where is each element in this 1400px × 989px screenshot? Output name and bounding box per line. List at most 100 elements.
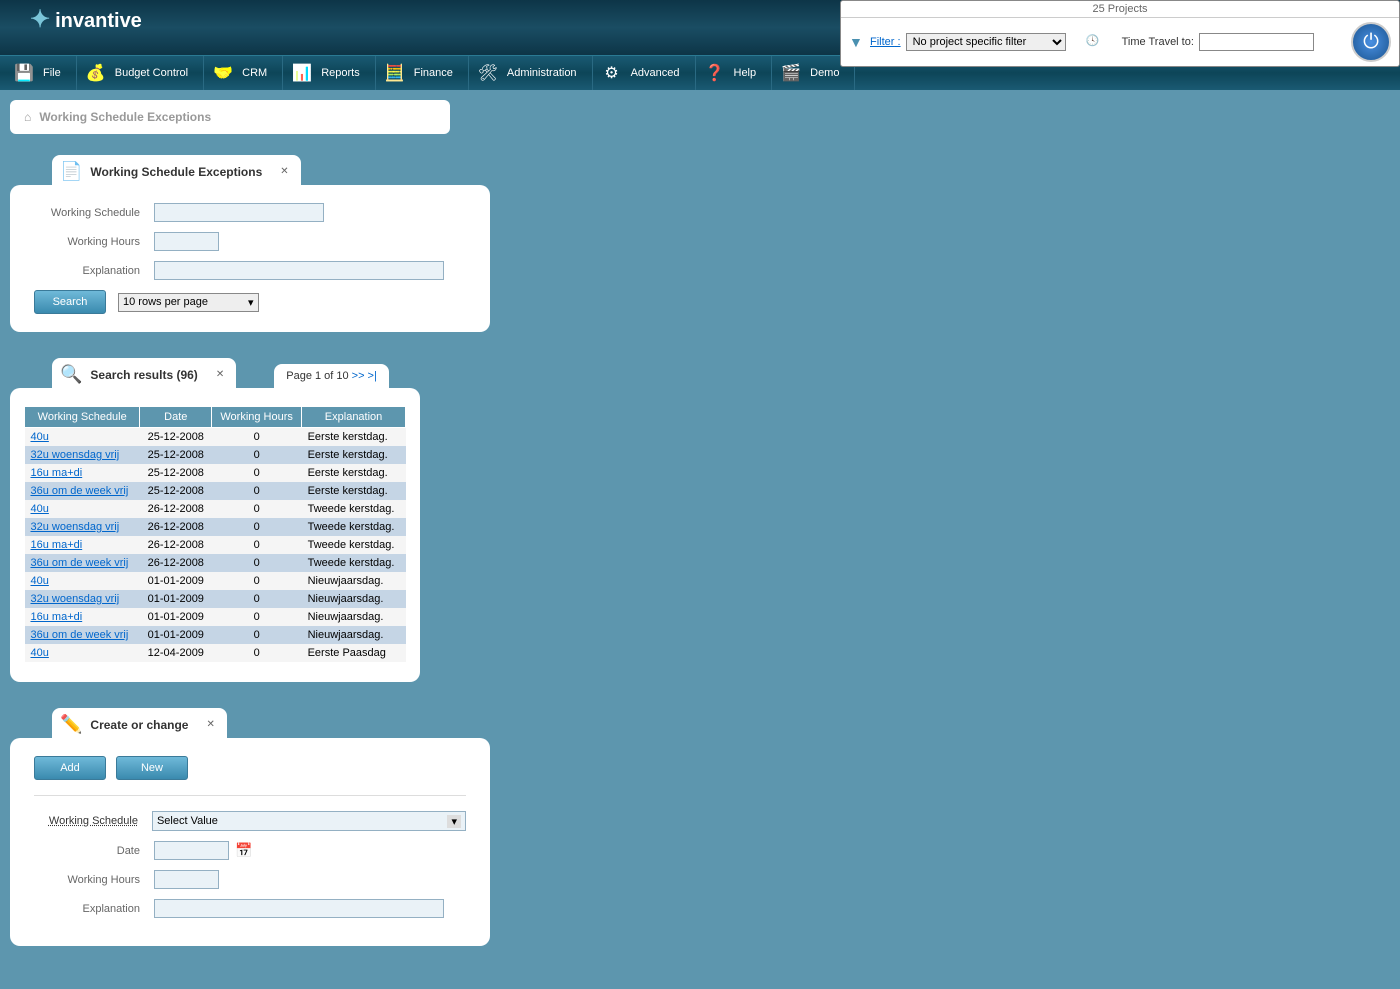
input-create-date[interactable] (154, 841, 229, 860)
input-working-schedule[interactable] (154, 203, 324, 222)
timetravel-label: Time Travel to: (1122, 36, 1194, 48)
divider (34, 795, 466, 796)
menu-admin[interactable]: 🛠Administration (469, 56, 593, 90)
cell-explanation: Tweede kerstdag. (302, 500, 406, 518)
filter-select[interactable]: No project specific filter (906, 33, 1066, 51)
pagination-tab: Page 1 of 10 >> >| (274, 364, 389, 388)
table-row: 32u woensdag vrij25-12-20080Eerste kerst… (25, 446, 406, 464)
home-icon[interactable]: ⌂ (24, 110, 31, 124)
label-working-hours: Working Hours (34, 236, 154, 248)
create-title: Create or change (90, 718, 188, 732)
page-last[interactable]: >| (368, 370, 377, 382)
table-row: 32u woensdag vrij01-01-20090Nieuwjaarsda… (25, 590, 406, 608)
cell-hours: 0 (212, 626, 302, 644)
ws-link[interactable]: 40u (31, 431, 49, 443)
results-table: Working Schedule Date Working Hours Expl… (24, 406, 406, 662)
add-button[interactable]: Add (34, 756, 106, 780)
demo-icon: 🎬 (780, 62, 802, 84)
logo: invantive (30, 5, 142, 34)
cell-explanation: Nieuwjaarsdag. (302, 626, 406, 644)
create-panel: Add New Working ScheduleSelect Value Dat… (10, 738, 490, 946)
cell-hours: 0 (212, 554, 302, 572)
calendar-icon[interactable]: 📅 (235, 842, 252, 859)
cell-hours: 0 (212, 500, 302, 518)
breadcrumb-text: Working Schedule Exceptions (39, 110, 211, 124)
funnel-icon: ▼ (849, 34, 865, 50)
cell-hours: 0 (212, 482, 302, 500)
results-title: Search results (96) (90, 368, 197, 382)
search-button[interactable]: Search (34, 290, 106, 314)
table-row: 40u25-12-20080Eerste kerstdag. (25, 428, 406, 447)
cell-date: 26-12-2008 (140, 536, 212, 554)
menu-reports[interactable]: 📊Reports (283, 56, 376, 90)
ws-link[interactable]: 16u ma+di (31, 539, 83, 551)
cell-hours: 0 (212, 590, 302, 608)
ws-link[interactable]: 36u om de week vrij (31, 485, 129, 497)
cell-date: 01-01-2009 (140, 572, 212, 590)
col-working-hours[interactable]: Working Hours (212, 407, 302, 428)
ws-link[interactable]: 32u woensdag vrij (31, 593, 120, 605)
cell-hours: 0 (212, 464, 302, 482)
table-row: 16u ma+di01-01-20090Nieuwjaarsdag. (25, 608, 406, 626)
menu-crm[interactable]: 🤝CRM (204, 56, 283, 90)
table-row: 40u01-01-20090Nieuwjaarsdag. (25, 572, 406, 590)
cell-explanation: Tweede kerstdag. (302, 518, 406, 536)
results-panel-tab: 🔍 Search results (96) ✕ (52, 358, 236, 389)
cell-date: 12-04-2009 (140, 644, 212, 662)
input-create-ex[interactable] (154, 899, 444, 918)
ws-link[interactable]: 40u (31, 647, 49, 659)
table-row: 16u ma+di26-12-20080Tweede kerstdag. (25, 536, 406, 554)
cell-date: 25-12-2008 (140, 482, 212, 500)
filter-label[interactable]: Filter : (870, 36, 901, 48)
ws-link[interactable]: 36u om de week vrij (31, 557, 129, 569)
ws-link[interactable]: 16u ma+di (31, 467, 83, 479)
label-create-ws[interactable]: Working Schedule (34, 815, 152, 827)
chart-icon: 📊 (291, 62, 313, 84)
menu-file[interactable]: 💾File (5, 56, 77, 90)
menu-help[interactable]: ❓Help (696, 56, 773, 90)
breadcrumb: ⌂ Working Schedule Exceptions (10, 100, 450, 134)
collapse-icon[interactable]: ✕ (216, 369, 224, 380)
ws-link[interactable]: 16u ma+di (31, 611, 83, 623)
ws-link[interactable]: 32u woensdag vrij (31, 521, 120, 533)
clock-icon: 🕓 (1086, 34, 1102, 50)
select-working-schedule[interactable]: Select Value (152, 811, 466, 831)
search-panel-title: Working Schedule Exceptions (90, 165, 262, 179)
projects-count[interactable]: 25 Projects (841, 1, 1399, 18)
cell-explanation: Eerste kerstdag. (302, 428, 406, 447)
col-explanation[interactable]: Explanation (302, 407, 406, 428)
page-next[interactable]: >> (352, 370, 365, 382)
input-working-hours[interactable] (154, 232, 219, 251)
ws-link[interactable]: 40u (31, 575, 49, 587)
budget-icon: 💰 (85, 62, 107, 84)
cell-hours: 0 (212, 608, 302, 626)
collapse-icon[interactable]: ✕ (206, 719, 214, 730)
timetravel-input[interactable] (1199, 33, 1314, 51)
pencil-icon: ✏️ (60, 714, 82, 735)
ws-link[interactable]: 32u woensdag vrij (31, 449, 120, 461)
cell-hours: 0 (212, 644, 302, 662)
input-create-wh[interactable] (154, 870, 219, 889)
ws-link[interactable]: 36u om de week vrij (31, 629, 129, 641)
results-panel: Working Schedule Date Working Hours Expl… (10, 388, 420, 682)
create-panel-tab: ✏️ Create or change ✕ (52, 708, 227, 739)
magnifier-icon: 🔍 (60, 364, 82, 385)
cell-explanation: Nieuwjaarsdag. (302, 608, 406, 626)
new-button[interactable]: New (116, 756, 188, 780)
page-info: Page 1 of 10 (286, 370, 348, 382)
table-row: 40u12-04-20090Eerste Paasdag (25, 644, 406, 662)
label-create-wh: Working Hours (34, 874, 154, 886)
label-explanation: Explanation (34, 265, 154, 277)
ws-link[interactable]: 40u (31, 503, 49, 515)
menu-budget[interactable]: 💰Budget Control (77, 56, 204, 90)
power-button[interactable]: ⏻ (1351, 22, 1391, 62)
col-working-schedule[interactable]: Working Schedule (25, 407, 140, 428)
rows-per-page-select[interactable]: 10 rows per page (118, 293, 259, 312)
menu-advanced[interactable]: ⚙Advanced (593, 56, 696, 90)
col-date[interactable]: Date (140, 407, 212, 428)
cell-date: 25-12-2008 (140, 428, 212, 447)
menu-finance[interactable]: 🧮Finance (376, 56, 469, 90)
input-explanation[interactable] (154, 261, 444, 280)
cell-explanation: Eerste kerstdag. (302, 464, 406, 482)
collapse-icon[interactable]: ✕ (280, 166, 288, 177)
